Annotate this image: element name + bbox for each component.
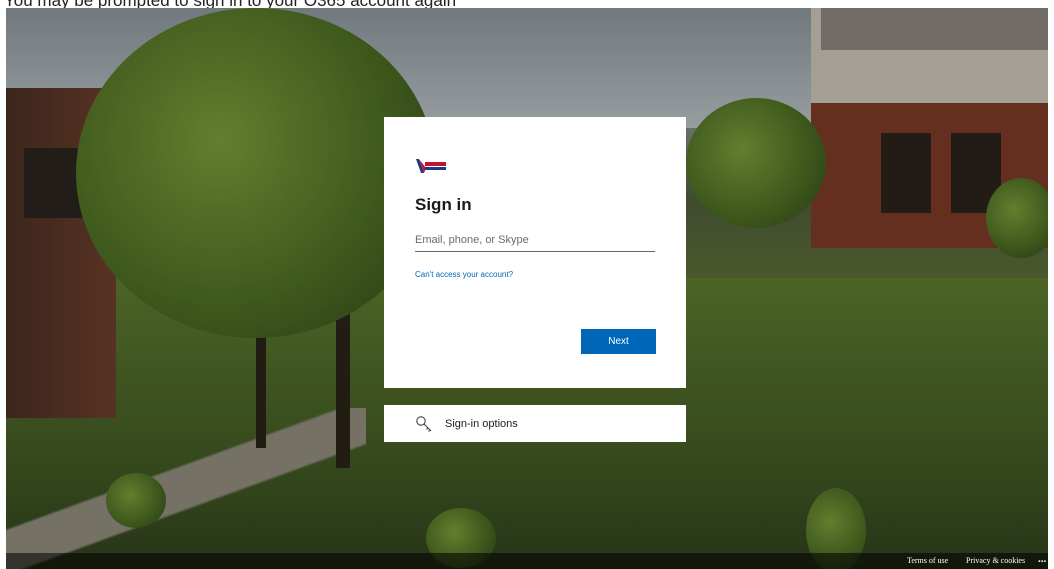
more-options-button[interactable]: ... xyxy=(1038,553,1046,565)
page-title: Sign in xyxy=(415,195,472,214)
sign-in-card: Sign in Can't access your account? Next xyxy=(384,117,686,388)
top-caption: You may be prompted to sign in to your O… xyxy=(0,0,1054,8)
key-icon xyxy=(416,415,432,432)
caption-text: You may be prompted to sign in to your O… xyxy=(4,0,456,8)
terms-of-use-link[interactable]: Terms of use xyxy=(907,556,948,565)
email-field[interactable] xyxy=(415,229,655,252)
volunteer-state-logo xyxy=(416,159,446,173)
cant-access-account-link[interactable]: Can't access your account? xyxy=(415,270,513,279)
footer: Terms of use Privacy & cookies ... xyxy=(6,553,1048,569)
sign-in-options-label: Sign-in options xyxy=(445,417,518,430)
privacy-cookies-link[interactable]: Privacy & cookies xyxy=(966,556,1025,565)
next-button[interactable]: Next xyxy=(581,329,656,354)
sign-in-options-button[interactable]: Sign-in options xyxy=(384,405,686,442)
